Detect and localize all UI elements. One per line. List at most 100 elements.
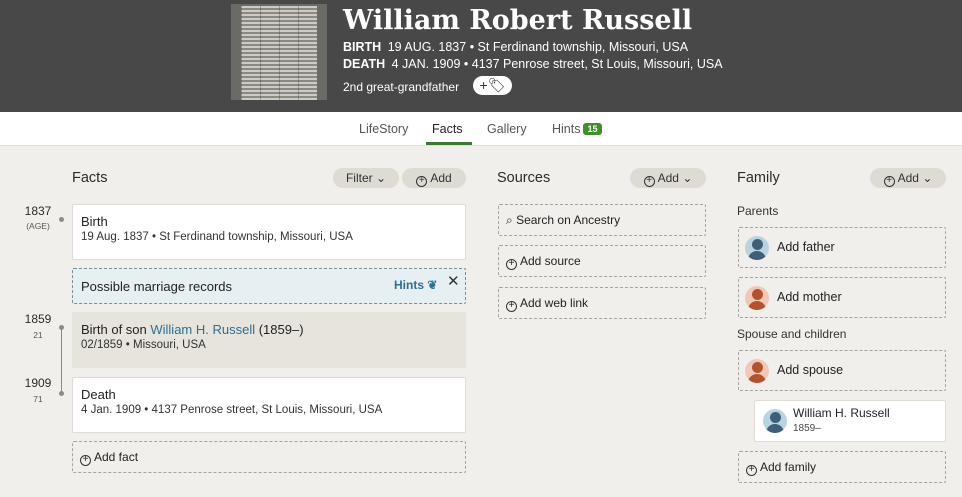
timeline-age: 21 [33, 330, 43, 340]
birth-value: 19 AUG. 1837 • St Ferdinand township, Mi… [387, 40, 689, 54]
header-death: DEATH 4 JAN. 1909 • 4137 Penrose street,… [343, 57, 723, 71]
person-name: William Robert Russell [343, 5, 693, 36]
close-icon[interactable]: ✕ [447, 272, 460, 290]
add-spouse-label: Add spouse [777, 363, 844, 377]
male-avatar-icon [763, 409, 787, 433]
add-web-link-button[interactable]: + Add web link [498, 287, 706, 319]
plus-circle-icon: + [643, 176, 655, 187]
add-fact-button[interactable]: + Add fact [72, 441, 466, 473]
person-header: William Robert Russell BIRTH 19 AUG. 183… [0, 0, 962, 112]
fact-card-death[interactable]: Death 4 Jan. 1909 • 4137 Penrose street,… [72, 377, 466, 433]
facts-add-button[interactable]: + Add [402, 168, 466, 188]
timeline-dot [59, 391, 64, 396]
fact-title: Birth [81, 214, 108, 229]
plus-circle-icon: + [506, 259, 517, 270]
search-ancestry-text: Search on Ancestry [516, 213, 621, 227]
family-add-button[interactable]: + Add ⌄ [870, 168, 946, 188]
fact-title-prefix: Birth of son [81, 322, 151, 337]
chevron-down-icon: ⌄ [372, 171, 387, 185]
birth-label: BIRTH [343, 40, 382, 54]
family-add-label: Add [897, 171, 919, 185]
add-father-button[interactable]: Add father [738, 227, 946, 268]
search-ancestry-button[interactable]: ⌕ Search on Ancestry [498, 204, 706, 236]
son-years: (1859–) [255, 322, 304, 337]
add-fact-text: Add fact [94, 450, 139, 464]
leaf-icon: ❦ [427, 278, 438, 292]
plus-tag-icon: +🏷 [479, 77, 506, 93]
add-source-button[interactable]: + Add source [498, 245, 706, 277]
son-name-link[interactable]: William H. Russell [150, 322, 255, 337]
family-heading: Family [737, 170, 780, 186]
plus-circle-icon: + [506, 301, 517, 312]
filter-button[interactable]: Filter ⌄ [333, 168, 399, 188]
header-birth: BIRTH 19 AUG. 1837 • St Ferdinand townsh… [343, 40, 688, 54]
fact-card-birth[interactable]: Birth 19 Aug. 1837 • St Ferdinand townsh… [72, 204, 466, 260]
fact-detail: 02/1859 • Missouri, USA [81, 339, 206, 351]
fact-title: Death [81, 387, 116, 402]
plus-circle-icon: + [746, 465, 757, 476]
fact-title: Birth of son William H. Russell (1859–) [81, 322, 304, 337]
parents-label: Parents [737, 204, 779, 218]
add-family-text: Add family [760, 460, 817, 474]
search-ancestry-label: ⌕ Search on Ancestry [506, 213, 620, 228]
tab-gallery[interactable]: Gallery [487, 122, 527, 136]
child-name: William H. Russell [793, 406, 890, 420]
add-family-button[interactable]: + Add family [738, 451, 946, 483]
tab-hints[interactable]: Hints 15 [552, 122, 602, 136]
sources-add-button[interactable]: + Add ⌄ [630, 168, 706, 188]
plus-circle-icon: + [883, 176, 895, 187]
tab-lifestory[interactable]: LifeStory [359, 122, 408, 136]
timeline-year: 1909 [24, 376, 52, 390]
plus-circle-icon: + [80, 455, 91, 466]
child-years: 1859– [793, 423, 821, 434]
hints-link[interactable]: Hints ❦ [394, 278, 437, 292]
spouse-children-label: Spouse and children [737, 327, 847, 341]
chevron-down-icon: ⌄ [678, 171, 693, 185]
add-source-label: + Add source [506, 254, 581, 270]
add-source-text: Add source [520, 254, 581, 268]
fact-detail: 4 Jan. 1909 • 4137 Penrose street, St Lo… [81, 404, 383, 416]
relationship-label: 2nd great-grandfather [343, 80, 460, 94]
profile-photo[interactable] [231, 4, 327, 100]
add-web-link-text: Add web link [520, 296, 589, 310]
female-avatar-icon [745, 286, 769, 310]
hints-link-label: Hints [394, 278, 424, 292]
hints-count-badge: 15 [583, 123, 602, 135]
timeline-year: 1859 [24, 312, 52, 326]
active-tab-indicator [426, 142, 472, 145]
death-label: DEATH [343, 57, 386, 71]
tab-bar: LifeStory Facts Gallery Hints 15 [0, 112, 962, 146]
timeline-line [61, 327, 62, 393]
timeline-dot [59, 217, 64, 222]
timeline-age: 71 [33, 394, 43, 404]
add-mother-button[interactable]: Add mother [738, 277, 946, 318]
add-web-link-label: + Add web link [506, 296, 588, 312]
tab-hints-label: Hints [552, 122, 581, 136]
add-family-label: + Add family [746, 460, 816, 476]
male-avatar-icon [745, 236, 769, 260]
add-fact-label: + Add fact [80, 450, 138, 466]
tab-facts[interactable]: Facts [432, 122, 463, 136]
sources-add-label: Add [657, 171, 679, 185]
search-icon: ⌕ [506, 213, 513, 227]
plus-circle-icon: + [416, 176, 428, 187]
add-father-label: Add father [777, 240, 835, 254]
facts-add-label: Add [430, 171, 452, 185]
sources-heading: Sources [497, 170, 551, 186]
chevron-down-icon: ⌄ [918, 171, 933, 185]
hint-card-marriage[interactable]: Possible marriage records Hints ❦ ✕ [72, 268, 466, 304]
hint-title: Possible marriage records [81, 279, 233, 294]
facts-heading: Facts [72, 170, 108, 186]
death-value: 4 JAN. 1909 • 4137 Penrose street, St Lo… [391, 57, 723, 71]
child-card[interactable]: William H. Russell 1859– [754, 400, 946, 442]
newspaper-clipping-image [241, 6, 317, 100]
add-mother-label: Add mother [777, 290, 842, 304]
timeline-year: 1837 [24, 204, 52, 218]
timeline-age: (AGE) [26, 221, 50, 231]
add-tag-button[interactable]: +🏷 [473, 76, 512, 95]
fact-detail: 19 Aug. 1837 • St Ferdinand township, Mi… [81, 231, 353, 243]
add-spouse-button[interactable]: Add spouse [738, 350, 946, 391]
fact-card-son-birth[interactable]: Birth of son William H. Russell (1859–) … [72, 312, 466, 368]
filter-label: Filter [345, 171, 373, 185]
female-avatar-icon [745, 359, 769, 383]
